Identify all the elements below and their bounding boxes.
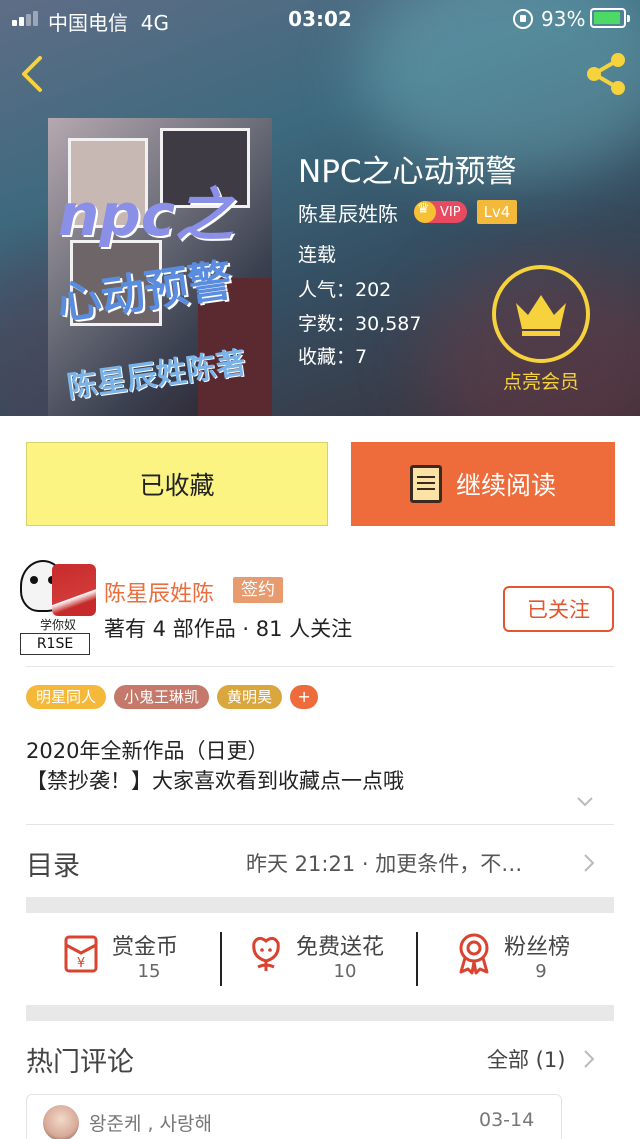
word-count: 字数：30,587 [298,313,422,335]
chevron-right-icon[interactable] [582,1048,596,1070]
comment-date: 03-14 [479,1109,535,1131]
favorites-count: 收藏：7 [298,346,368,368]
description-line: 2020年全新作品（日更） [26,739,269,763]
book-icon [409,465,442,503]
chevron-right-icon[interactable] [582,852,596,874]
avatar[interactable] [43,1105,79,1139]
comment-card[interactable]: 왕준케 , 사랑해 03-14 [26,1094,562,1139]
back-button[interactable] [14,52,54,96]
author-card-name[interactable]: 陈星辰姓陈 [104,576,214,608]
book-cover[interactable]: npc之 心动预警 陈星辰姓陈著 [48,118,272,416]
avatar-banner [52,564,96,616]
author-name[interactable]: 陈星辰姓陈 [298,198,398,227]
tag-more-button[interactable]: + [290,685,319,709]
stat-value: 10 [333,961,357,982]
fan-ranking-button[interactable]: 粉丝榜 9 [452,925,632,995]
tag-chip[interactable]: 小鬼王琳凯 [114,685,210,709]
member-label: 点亮会员 [502,371,579,393]
crown-icon [414,201,436,223]
member-circle [492,265,590,363]
author-works-summary: 著有 4 部作品 · 81 人关注 [104,617,353,641]
toc-label[interactable]: 目录 [26,844,80,883]
status-bar: 中国电信 4G 03:02 93% [0,0,640,38]
send-flower-button[interactable]: 免费送花 10 [244,925,424,995]
section-separator [26,897,614,913]
author-row: 陈星辰姓陈 VIP Lv4 [298,197,518,227]
avatar-caption: 学你奴 [39,618,76,632]
book-header: 中国电信 4G 03:02 93% npc之 心动预警 陈星辰姓陈著 NPC之心… [0,0,640,416]
reward-coins-button[interactable]: ¥ 赏金币 15 [60,925,240,995]
tag-chip[interactable]: 黄明昊 [217,685,283,709]
flower-icon [252,936,280,971]
stat-value: 15 [137,961,161,982]
collected-button[interactable]: 已收藏 [26,442,328,526]
popularity: 人气：202 [298,279,392,301]
tag-list: 明星同人 小鬼王琳凯 黄明昊 + [26,685,319,709]
chevron-down-icon[interactable] [576,796,594,808]
divider [26,666,614,667]
battery-percent: 93% [541,7,586,31]
divider [26,824,614,825]
book-title: NPC之心动预警 [298,154,517,190]
signed-badge: 签约 [233,577,283,603]
stat-label: 粉丝榜 [504,935,571,960]
tag-chip[interactable]: 明星同人 [26,685,107,709]
level-badge: Lv4 [476,200,518,224]
divider [220,932,222,986]
section-separator [26,1005,614,1021]
avatar-tag: R1SE [20,633,90,655]
medal-icon [459,933,489,975]
description-line: 【禁抄袭！】大家喜欢看到收藏点一点哦 [26,769,404,793]
continue-reading-button[interactable]: 继续阅读 [351,442,615,526]
red-envelope-icon: ¥ [64,935,98,973]
share-icon [587,53,625,95]
svg-text:¥: ¥ [77,956,85,971]
follow-button[interactable]: 已关注 [503,586,614,632]
vip-badge: VIP [414,201,467,223]
divider [416,932,418,986]
battery-icon [590,8,630,28]
rotation-lock-icon [513,9,533,29]
stat-label: 免费送花 [296,935,385,960]
comment-author: 왕준케 , 사랑해 [89,1113,212,1135]
stat-value: 9 [535,961,547,982]
book-description: 2020年全新作品（日更） 【禁抄袭！】大家喜欢看到收藏点一点哦 [26,736,404,796]
serial-status: 连载 [298,244,337,266]
hot-comments-label: 热门评论 [26,1047,134,1078]
crown-icon [516,295,566,336]
cover-title-text: npc之 [58,181,234,249]
author-avatar[interactable]: 学你奴 R1SE [18,560,96,656]
all-comments-link[interactable]: 全部 (1) [487,1044,565,1074]
member-button[interactable]: 点亮会员 [492,265,590,395]
toc-latest-chapter[interactable]: 昨天 21:21 · 加更条件，不… [246,848,522,878]
share-button[interactable] [582,52,630,96]
stat-label: 赏金币 [112,935,179,960]
chevron-left-icon [22,56,42,92]
